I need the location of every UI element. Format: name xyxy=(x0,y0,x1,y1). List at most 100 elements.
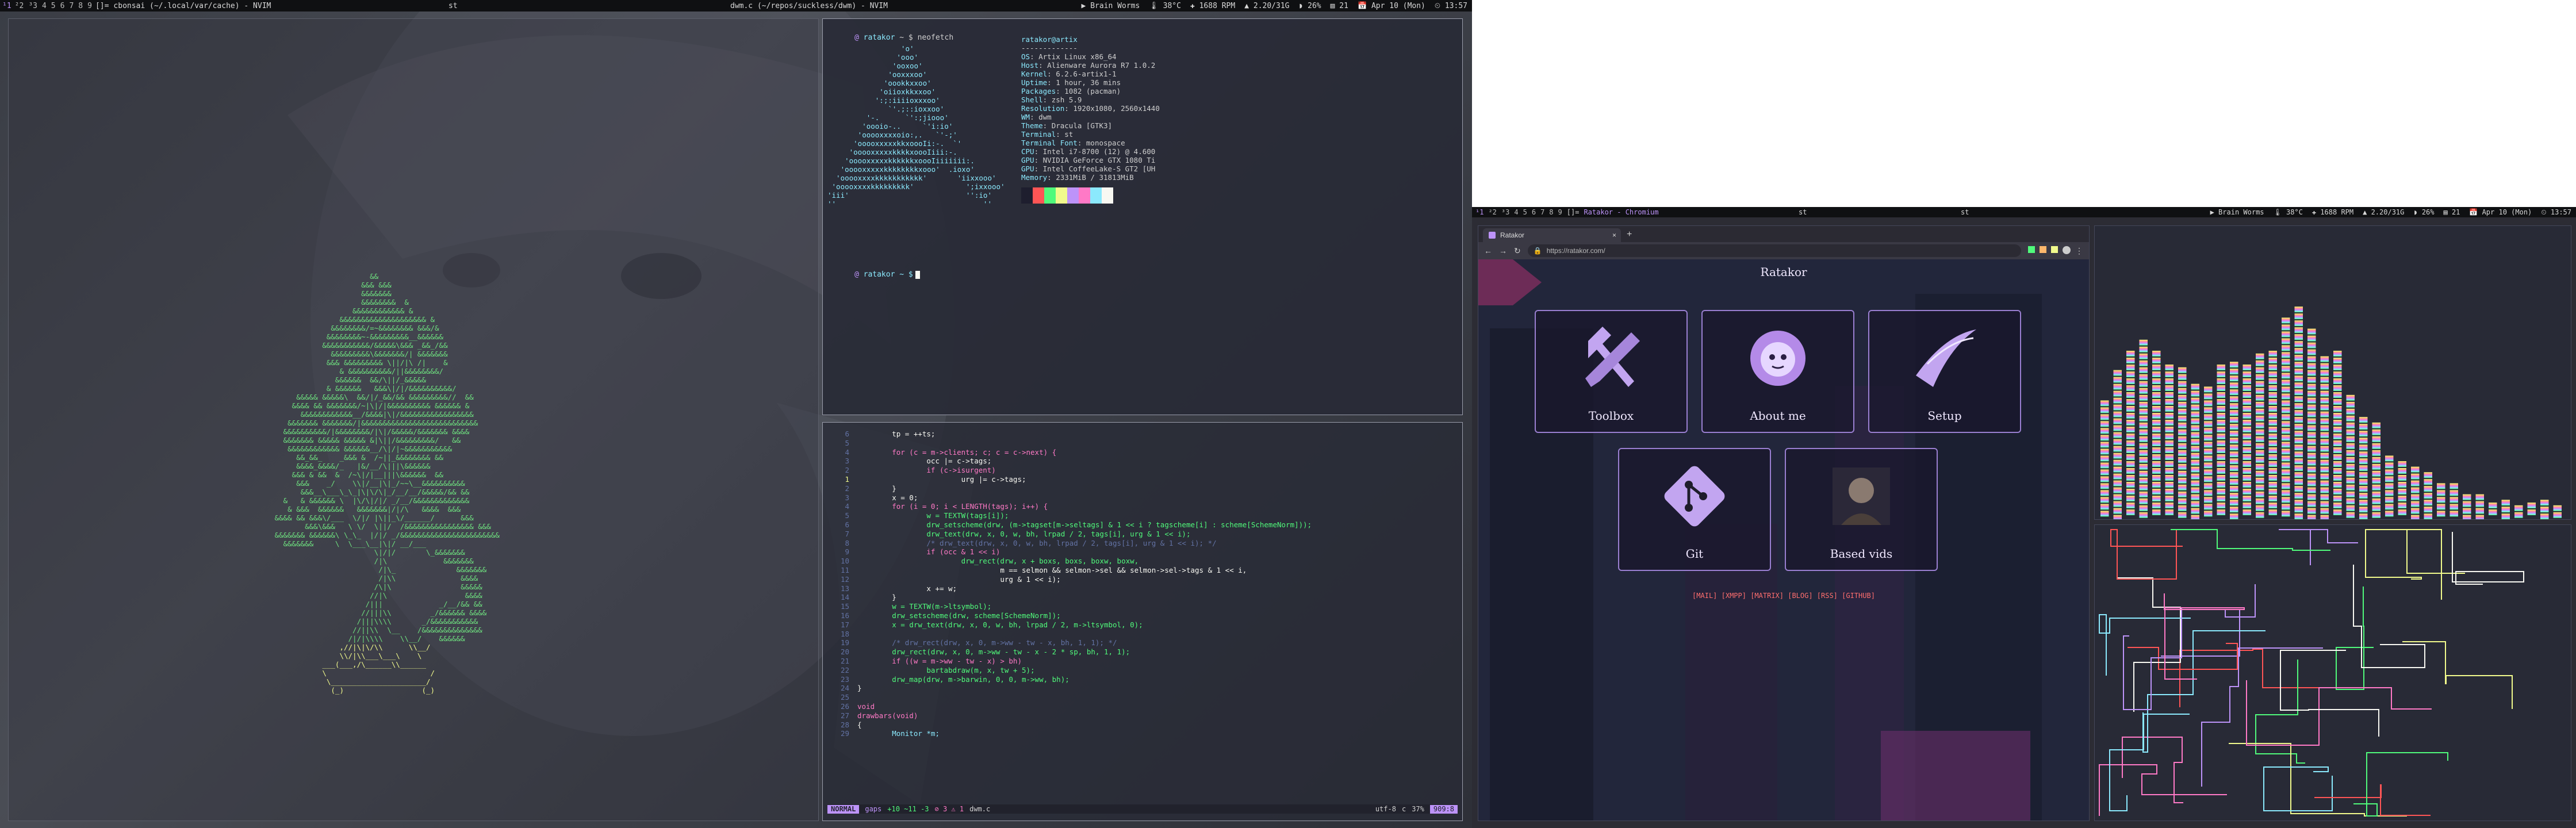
visualizer-bar xyxy=(2294,417,2303,423)
back-icon[interactable]: ← xyxy=(1484,246,1492,255)
reload-icon[interactable]: ↻ xyxy=(1514,246,1521,256)
window-title[interactable]: cbonsai (~/.local/var/cache) - NVIM xyxy=(113,2,271,10)
code-area[interactable]: 6 tp = ++ts; 5 4 for (c = m->clients; c; c… xyxy=(823,430,1462,738)
code-line: 5 w = TEXTW(tags[i]); xyxy=(823,511,1462,520)
tag-7[interactable]: 7 xyxy=(1540,208,1544,216)
window-title-center[interactable]: dwm.c (~/repos/suckless/dwm) - NVIM xyxy=(730,2,888,10)
bonsai-line: /|\\ &&&& xyxy=(262,574,478,582)
tag-9[interactable]: 9 xyxy=(1558,208,1562,216)
audio-visualizer[interactable] xyxy=(2094,225,2571,520)
visualizer-bar xyxy=(2178,422,2187,428)
tag-3[interactable]: 4 xyxy=(42,2,47,10)
ext-icon[interactable] xyxy=(2051,246,2058,253)
visualizer-bar xyxy=(2178,498,2187,504)
visualizer-bar xyxy=(2230,417,2238,423)
tag-4[interactable]: 5 xyxy=(51,2,56,10)
visualizer-bar xyxy=(2307,418,2316,424)
visualizer-bar xyxy=(2359,507,2368,513)
visualizer-bar xyxy=(2178,457,2187,463)
tag-5[interactable]: 6 xyxy=(60,2,65,10)
window-title[interactable]: Ratakor - Chromium xyxy=(1584,208,1658,216)
tag-1[interactable]: ²2 xyxy=(15,2,24,10)
visualizer-bar xyxy=(2411,501,2420,507)
visualizer-bar xyxy=(2527,509,2536,515)
nav-card-setup[interactable]: Setup xyxy=(1868,310,2021,433)
nvim-editor[interactable]: 6 tp = ++ts; 5 4 for (c = m->clients; c; c… xyxy=(822,422,1463,821)
tag-6[interactable]: 6 xyxy=(1532,208,1536,216)
visualizer-bar xyxy=(2217,482,2225,488)
visualizer-bar xyxy=(2152,392,2161,398)
visualizer-bar xyxy=(2256,394,2264,401)
tag-6[interactable]: 7 xyxy=(69,2,74,10)
layout-symbol[interactable]: []= xyxy=(95,2,109,10)
visualizer-bar xyxy=(2230,396,2238,402)
nav-card-about-me[interactable]: About me xyxy=(1701,310,1854,433)
menu-icon[interactable]: ⋮ xyxy=(2075,246,2083,256)
line-text: w = TEXTW(m->ltsymbol); xyxy=(857,602,992,611)
visualizer-bar xyxy=(2152,371,2161,377)
visualizer-bar xyxy=(2307,494,2316,500)
nav-card-based-vids[interactable]: Based vids xyxy=(1785,448,1938,571)
tag-1[interactable]: ¹1 xyxy=(1475,208,1483,216)
line-text: void xyxy=(857,702,875,711)
visualizer-bar xyxy=(2307,384,2316,390)
visualizer-bar xyxy=(2294,382,2303,389)
visualizer-bar xyxy=(2113,446,2122,452)
visualizer-bar xyxy=(2152,351,2161,356)
visualizer-bar xyxy=(2165,385,2174,391)
right-monitor: ¹1 ²2 ³3 4 5 6 7 8 9 []= Ratakor - Chromium st s… xyxy=(1472,207,2576,828)
tag-4[interactable]: 4 xyxy=(1514,208,1518,216)
visualizer-bar xyxy=(2307,473,2316,480)
tag-1[interactable]: ¹1 xyxy=(0,2,12,10)
window-title-2[interactable]: st xyxy=(1799,208,1807,216)
line-number: 26 xyxy=(840,702,849,711)
tag-5[interactable]: 5 xyxy=(1523,208,1527,216)
tab-close-icon[interactable]: × xyxy=(1612,231,1616,239)
tag-8[interactable]: 8 xyxy=(1549,208,1553,216)
visualizer-bar xyxy=(2152,475,2161,481)
visualizer-bar xyxy=(2282,359,2290,365)
code-line: 15 w = TEXTW(m->ltsymbol); xyxy=(823,602,1462,611)
bonsai-line: &&&&&&& &&&&&&\ \_\_ |/|/ _/&&&&&&&&&&&&… xyxy=(262,531,500,539)
tag-3[interactable]: ³3 xyxy=(1501,208,1509,216)
visualizer-bar xyxy=(2165,503,2174,508)
visualizer-bar xyxy=(2165,468,2174,474)
visualizer-bar xyxy=(2230,410,2238,416)
nav-card-toolbox[interactable]: Toolbox xyxy=(1535,310,1688,433)
window-title-2[interactable]: st xyxy=(448,2,458,10)
visualizer-bar xyxy=(2139,505,2148,511)
visualizer-bar xyxy=(2385,497,2394,503)
bonsai-line: &&& _/ \\|/__|\|_/~~\__&&&&&&&&&& xyxy=(262,479,465,488)
window-title-3[interactable]: st xyxy=(1961,208,1969,216)
visualizer-bar xyxy=(2359,493,2368,499)
profile-icon[interactable] xyxy=(2063,246,2071,254)
visualizer-bar xyxy=(2191,480,2199,486)
tag-2[interactable]: ³3 xyxy=(28,2,37,10)
bonsai-terminal[interactable]: && &&& &&& &&&&&&& &&&&&&&& & &&&&&&&&&&… xyxy=(8,18,819,821)
tag-7[interactable]: 8 xyxy=(78,2,83,10)
layout-symbol[interactable]: []= xyxy=(1567,208,1580,216)
tag-8[interactable]: 9 xyxy=(87,2,92,10)
tag-2[interactable]: ²2 xyxy=(1488,208,1496,216)
visualizer-bar xyxy=(2126,365,2135,370)
nav-card-git[interactable]: Git xyxy=(1618,448,1771,571)
bonsai-line: &&&&& &&&&&\ &&/|/_&&/&& &&&&&&&&&// && xyxy=(262,393,474,401)
browser-tab[interactable]: Ratakor × xyxy=(1483,228,1621,242)
ext-icon[interactable] xyxy=(2028,246,2035,253)
line-number: 29 xyxy=(840,729,849,738)
info-value: Dracula [GTK3] xyxy=(1051,121,1113,130)
visualizer-bar xyxy=(2450,497,2458,503)
neofetch-terminal[interactable]: @ ratakor ~ $ neofetch 'o' 'ooo' 'ooxoo'… xyxy=(822,18,1463,415)
visualizer-bar xyxy=(2359,458,2368,465)
ext-icon[interactable] xyxy=(2040,246,2046,253)
visualizer-bar xyxy=(2268,454,2277,460)
footer-links[interactable]: [MAIL] [XMPP] [MATRIX] [BLOG] [RSS] [GIT… xyxy=(1478,592,2089,600)
address-bar[interactable]: 🔒 https://ratakor.com/ xyxy=(1527,244,2021,257)
palette-swatch xyxy=(1033,187,1044,204)
chromium-window[interactable]: Ratakor × + ← → ↻ 🔒 https://ratakor.com/… xyxy=(1478,225,2090,821)
info-row: OS: Artix Linux x86_64 xyxy=(1021,52,1160,61)
pipes-terminal[interactable] xyxy=(2094,524,2571,821)
line-text: occ |= c->tags; xyxy=(857,457,992,466)
new-tab-button[interactable]: + xyxy=(1627,229,1632,240)
forward-icon[interactable]: → xyxy=(1499,246,1507,255)
